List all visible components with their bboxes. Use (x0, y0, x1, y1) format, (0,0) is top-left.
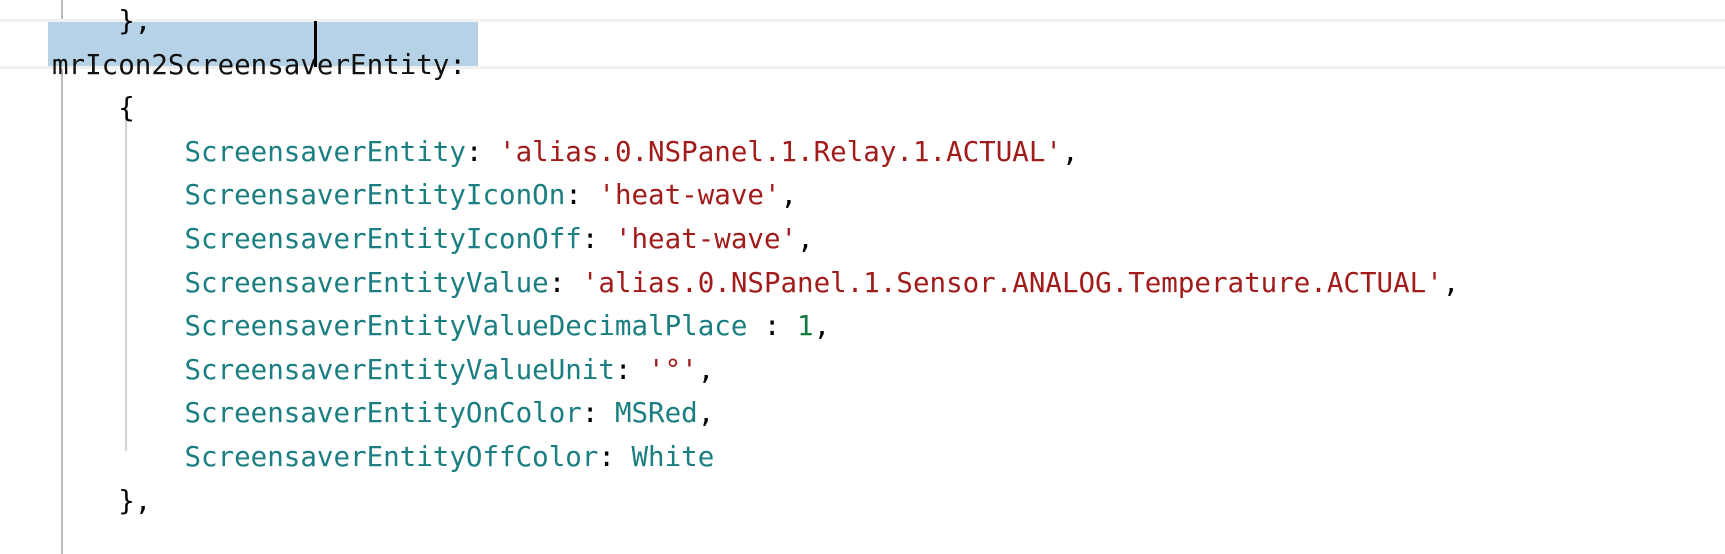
token-punc: : (565, 179, 599, 212)
line-property-key-highlighted[interactable]: mrIcon2ScreensaverEntity: (0, 44, 1725, 88)
code-editor[interactable]: }, mrIcon2ScreensaverEntity: { Screensave… (0, 0, 1725, 554)
token-punc: , (813, 310, 831, 343)
line-screensaver-entity-icon-off[interactable]: ScreensaverEntityIconOff: 'heat-wave', (0, 218, 1725, 262)
line-screensaver-entity-value-unit[interactable]: ScreensaverEntityValueUnit: '°', (0, 349, 1725, 393)
token-punc: , (780, 179, 798, 212)
token-punc: , (797, 222, 814, 255)
token-matchtext: mrIcon2ScreensaverEntity (52, 48, 450, 81)
token-punc: , (1442, 266, 1460, 299)
token-punc: , (697, 397, 715, 430)
code-lines[interactable]: }, mrIcon2ScreensaverEntity: { Screensave… (0, 0, 1725, 554)
line-close-brace[interactable]: }, (0, 480, 1725, 524)
token-ident: White (631, 440, 715, 473)
line-screensaver-entity-value-decimal-place[interactable]: ScreensaverEntityValueDecimalPlace : 1, (0, 305, 1725, 349)
token-str: 'alias.0.NSPanel.1.Relay.1.ACTUAL' (499, 135, 1062, 168)
line-screensaver-entity-off-color[interactable]: ScreensaverEntityOffColor: White (0, 436, 1725, 480)
token-punc: : (548, 266, 582, 299)
token-punc: : (449, 48, 466, 81)
line-close-brace-prev[interactable]: }, (0, 0, 1725, 44)
token-key: ScreensaverEntityOffColor (184, 440, 599, 473)
token-str: 'alias.0.NSPanel.1.Sensor.ANALOG.Tempera… (581, 266, 1443, 299)
token-key: ScreensaverEntityValueDecimalPlace (184, 310, 748, 343)
token-punc: , (1061, 135, 1079, 168)
token-punc: }, (118, 484, 152, 517)
token-key: ScreensaverEntityIconOn (184, 179, 566, 212)
token-key: ScreensaverEntityValue (184, 266, 549, 299)
token-punc: : (581, 397, 615, 430)
token-key: ScreensaverEntityValueUnit (184, 353, 615, 386)
token-punc: : (581, 222, 615, 255)
line-screensaver-entity-icon-on[interactable]: ScreensaverEntityIconOn: 'heat-wave', (0, 174, 1725, 218)
token-punc: : (614, 353, 649, 386)
token-str: '°' (648, 353, 698, 386)
token-punc: , (697, 353, 715, 386)
token-ident: MSRed (614, 397, 698, 430)
token-punc: : (465, 135, 500, 168)
token-key: ScreensaverEntityOnColor (184, 397, 582, 430)
line-screensaver-entity[interactable]: ScreensaverEntity: 'alias.0.NSPanel.1.Re… (0, 131, 1725, 175)
token-num: 1 (797, 310, 814, 343)
token-punc: }, (118, 5, 152, 37)
token-str: 'heat-wave' (614, 222, 798, 255)
token-key: ScreensaverEntity (184, 135, 466, 168)
token-punc: { (118, 92, 135, 125)
token-punc: : (598, 440, 632, 473)
token-punc: : (747, 310, 798, 343)
line-open-brace[interactable]: { (0, 87, 1725, 131)
line-screensaver-entity-value[interactable]: ScreensaverEntityValue: 'alias.0.NSPanel… (0, 262, 1725, 306)
line-screensaver-entity-on-color[interactable]: ScreensaverEntityOnColor: MSRed, (0, 392, 1725, 436)
token-str: 'heat-wave' (598, 179, 781, 212)
token-key: ScreensaverEntityIconOff (184, 222, 582, 255)
